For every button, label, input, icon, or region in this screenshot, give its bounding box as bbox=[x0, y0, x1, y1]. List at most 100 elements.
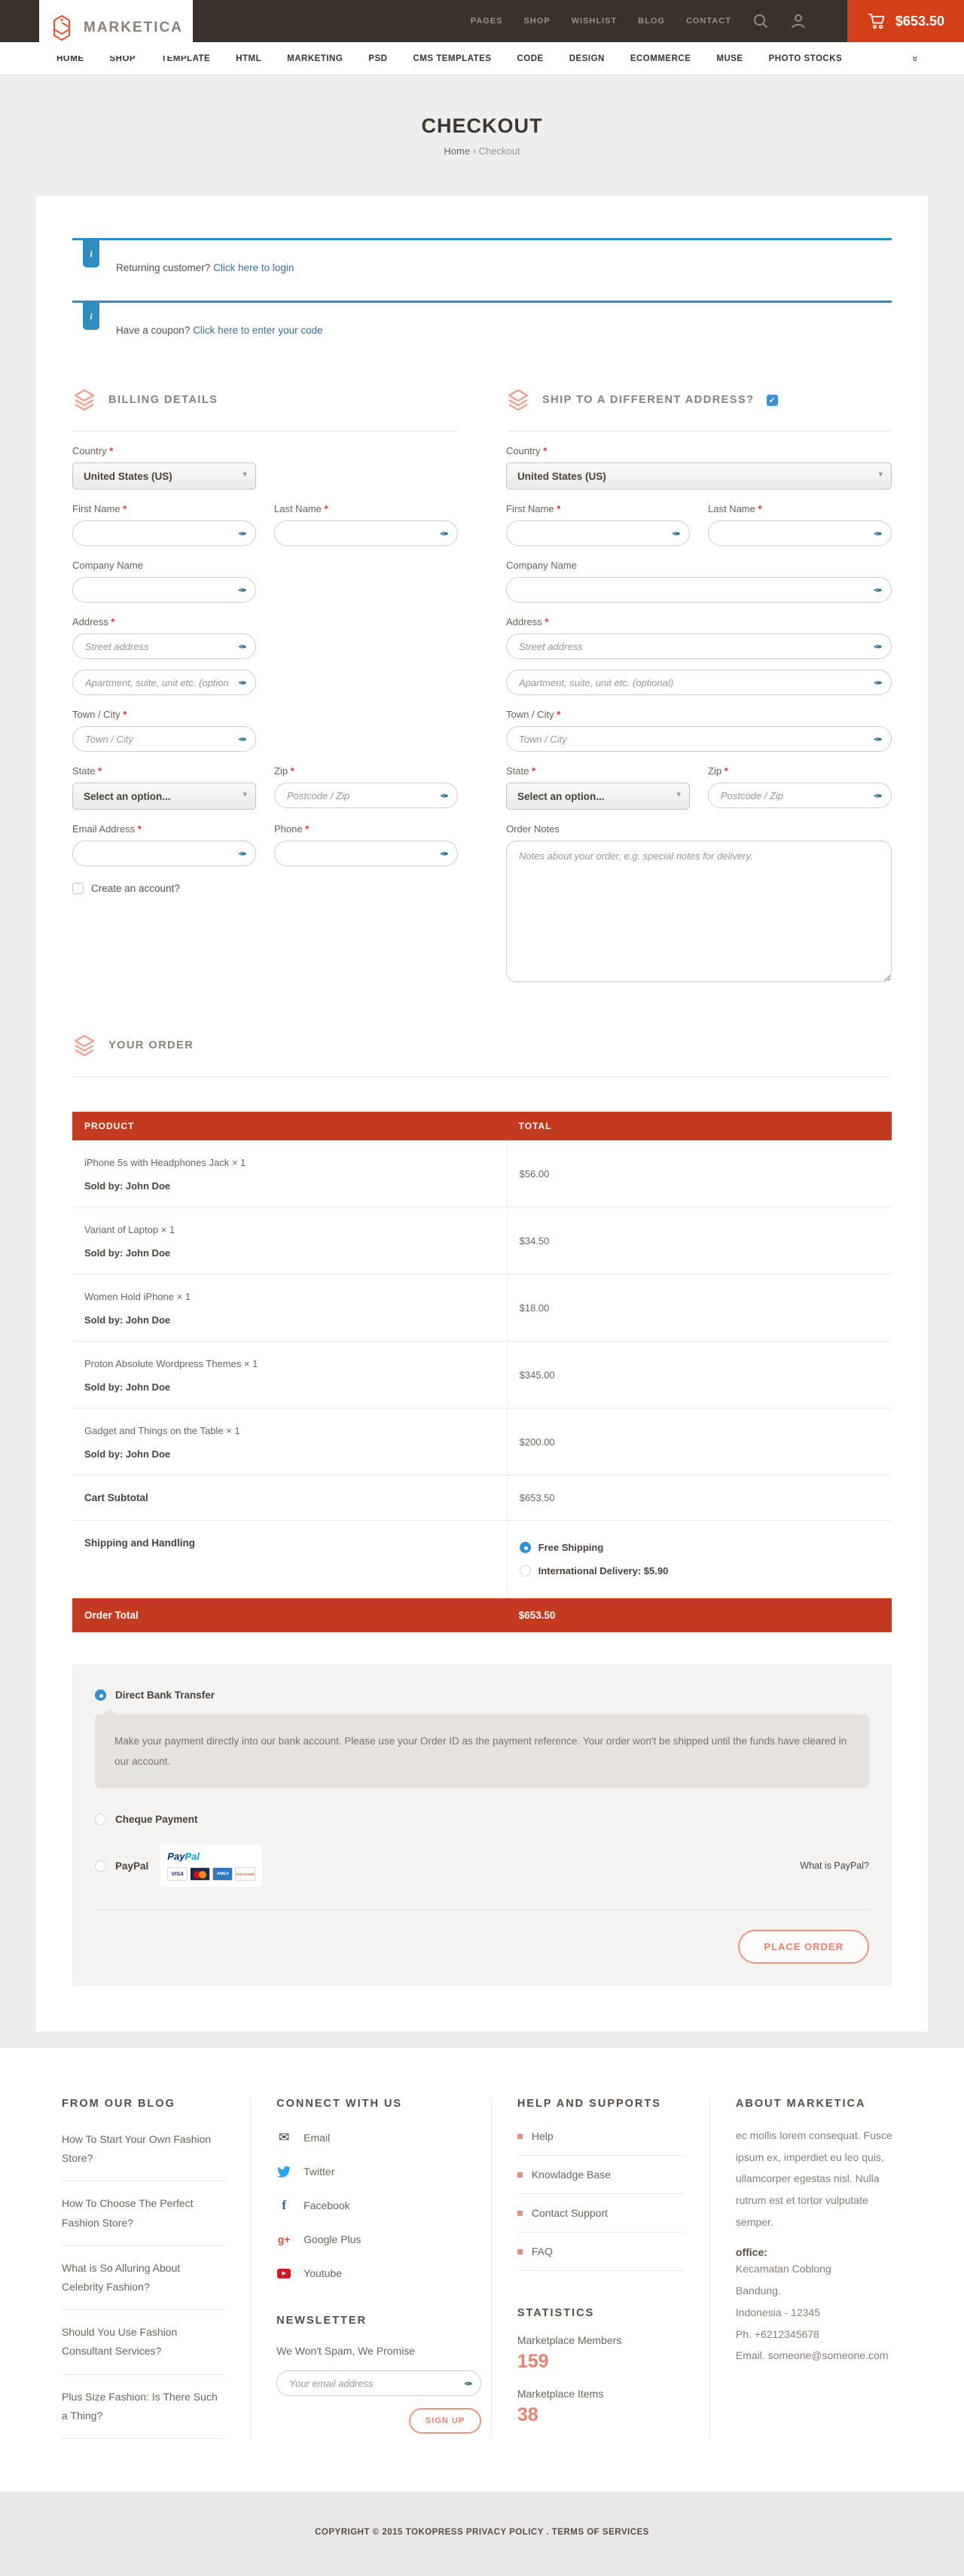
shipping-country-select[interactable]: United States (US) bbox=[506, 462, 892, 490]
blog-post-link[interactable]: What is So Alluring About Celebrity Fash… bbox=[62, 2246, 224, 2310]
billing-country-select[interactable]: United States (US) bbox=[72, 462, 256, 490]
twitter-icon bbox=[276, 2165, 291, 2178]
social-facebook-link[interactable]: f Facebook bbox=[276, 2199, 465, 2212]
product-name[interactable]: Women Hold iPhone × 1 bbox=[84, 1291, 495, 1302]
search-icon[interactable] bbox=[752, 13, 769, 29]
address-line: Kecamatan Coblong bbox=[736, 2258, 902, 2280]
google-plus-icon: g+ bbox=[276, 2233, 291, 2246]
shipping-street-input[interactable] bbox=[506, 633, 892, 659]
country-label: Country * bbox=[506, 445, 892, 456]
social-google-plus-link[interactable]: g+ Google Plus bbox=[276, 2233, 465, 2246]
nav-html[interactable]: HTML bbox=[236, 54, 261, 63]
nav-ecommerce[interactable]: ECOMMERCE bbox=[630, 54, 691, 63]
newsletter-heading: NEWSLETTER bbox=[276, 2315, 465, 2327]
country-label: Country * bbox=[72, 445, 458, 456]
sign-up-button[interactable]: SIGN UP bbox=[409, 2408, 481, 2434]
shipping-column: SHIP TO A DIFFERENT ADDRESS? ✓ Country *… bbox=[506, 389, 892, 986]
help-link[interactable]: Help bbox=[517, 2117, 684, 2156]
product-name[interactable]: Proton Absolute Wordpress Themes × 1 bbox=[84, 1358, 495, 1369]
shipping-last-name-input[interactable] bbox=[708, 520, 892, 546]
billing-company-input[interactable] bbox=[72, 577, 256, 603]
newsletter-email-input[interactable] bbox=[276, 2370, 481, 2396]
radio-checked-icon bbox=[520, 1542, 531, 1553]
col-total: TOTAL bbox=[507, 1112, 892, 1140]
shipping-company-input[interactable] bbox=[506, 577, 892, 603]
account-icon[interactable] bbox=[790, 13, 807, 29]
email-line: Email. someone@someone.com bbox=[736, 2345, 902, 2367]
cart-button[interactable]: $653.50 bbox=[847, 0, 964, 42]
product-name[interactable]: iPhone 5s with Headphones Jack × 1 bbox=[84, 1157, 495, 1168]
shipping-town-input[interactable] bbox=[506, 726, 892, 752]
login-link[interactable]: Click here to login bbox=[213, 262, 294, 273]
billing-last-name-input[interactable] bbox=[274, 520, 458, 546]
order-notes-label: Order Notes bbox=[506, 823, 892, 835]
billing-town-input[interactable] bbox=[72, 726, 256, 752]
billing-zip-input[interactable] bbox=[274, 783, 458, 808]
top-nav-contact[interactable]: CONTACT bbox=[686, 17, 731, 26]
table-row: Proton Absolute Wordpress Themes × 1 Sold… bbox=[72, 1341, 892, 1409]
legal-links[interactable]: PRIVACY POLICY . TERMS OF SERVICES bbox=[466, 2528, 649, 2537]
blog-post-link[interactable]: Should You Use Fashion Consultant Servic… bbox=[62, 2310, 224, 2374]
billing-phone-input[interactable] bbox=[274, 841, 458, 866]
blog-post-link[interactable]: How To Start Your Own Fashion Store? bbox=[62, 2117, 224, 2181]
order-notes-textarea[interactable] bbox=[506, 841, 892, 982]
top-nav-shop[interactable]: SHOP bbox=[523, 17, 550, 26]
footer: FROM OUR BLOG How To Start Your Own Fash… bbox=[0, 2048, 964, 2492]
billing-email-input[interactable] bbox=[72, 841, 256, 866]
social-twitter-link[interactable]: Twitter bbox=[276, 2165, 465, 2178]
blog-post-link[interactable]: How To Choose The Perfect Fashion Store? bbox=[62, 2181, 224, 2245]
logo[interactable]: MARKETICA bbox=[39, 0, 193, 56]
shipping-state-select[interactable]: Select an option... bbox=[506, 783, 690, 810]
layers-icon bbox=[72, 1034, 96, 1057]
nav-design[interactable]: DESIGN bbox=[569, 54, 605, 63]
page-title: CHECKOUT bbox=[0, 114, 964, 138]
ship-different-checkbox[interactable]: ✓ bbox=[767, 395, 778, 406]
nav-more-chevron-icon[interactable]: » bbox=[910, 56, 922, 62]
knowledge-base-link[interactable]: Knowladge Base bbox=[517, 2156, 684, 2194]
page-header: CHECKOUT Home › Checkout bbox=[0, 75, 964, 169]
breadcrumb-home[interactable]: Home bbox=[444, 145, 470, 157]
paypal-option[interactable]: PayPal PayPal VISA AMEX DISCOVER What is… bbox=[95, 1845, 869, 1887]
footer-blog-column: FROM OUR BLOG How To Start Your Own Fash… bbox=[36, 2098, 250, 2439]
coupon-link[interactable]: Click here to enter your code bbox=[193, 325, 323, 336]
shipping-first-name-input[interactable] bbox=[506, 520, 690, 546]
coupon-notice: i Have a coupon? Click here to enter you… bbox=[72, 301, 892, 353]
bank-transfer-option[interactable]: Direct Bank Transfer bbox=[95, 1689, 869, 1701]
top-nav-pages[interactable]: PAGES bbox=[471, 17, 503, 26]
billing-street-input[interactable] bbox=[72, 633, 256, 659]
social-email-link[interactable]: ✉ Email bbox=[276, 2131, 465, 2144]
billing-first-name-input[interactable] bbox=[72, 520, 256, 546]
blog-post-link[interactable]: Plus Size Fashion: Is There Such a Thing… bbox=[62, 2375, 224, 2439]
nav-cms-templates[interactable]: CMS TEMPLATES bbox=[413, 54, 491, 63]
shipping-apartment-input[interactable] bbox=[506, 670, 892, 695]
footer-help-column: HELP AND SUPPORTS Help Knowladge Base Co… bbox=[491, 2098, 709, 2439]
contact-support-link[interactable]: Contact Support bbox=[517, 2194, 684, 2233]
company-label: Company Name bbox=[72, 560, 458, 571]
footer-about-heading: ABOUT MARKETICA bbox=[736, 2098, 902, 2110]
nav-psd[interactable]: PSD bbox=[368, 54, 387, 63]
product-seller: Sold by: John Doe bbox=[84, 1381, 495, 1393]
shipping-zip-input[interactable] bbox=[708, 783, 892, 808]
footer-connect-column: CONNECT WITH US ✉ Email Twitter f Facebo… bbox=[250, 2098, 491, 2439]
free-shipping-option[interactable]: Free Shipping bbox=[520, 1542, 669, 1553]
create-account-checkbox[interactable] bbox=[72, 883, 84, 894]
nav-photo-stocks[interactable]: PHOTO STOCKS bbox=[769, 54, 843, 63]
nav-marketing[interactable]: MARKETING bbox=[287, 54, 343, 63]
what-is-paypal-link[interactable]: What is PayPal? bbox=[800, 1860, 869, 1871]
top-nav-wishlist[interactable]: WISHLIST bbox=[572, 17, 618, 26]
billing-apartment-input[interactable] bbox=[72, 670, 256, 695]
place-order-button[interactable]: PLACE ORDER bbox=[738, 1930, 869, 1964]
nav-code[interactable]: CODE bbox=[517, 54, 544, 63]
product-name[interactable]: Variant of Laptop × 1 bbox=[84, 1224, 495, 1235]
social-youtube-link[interactable]: ▶ Youtube bbox=[276, 2266, 465, 2280]
about-text: ec mollis lorem consequat. Fusce ipsum e… bbox=[736, 2125, 902, 2233]
brand-name: MARKETICA bbox=[84, 20, 183, 36]
product-name[interactable]: Gadget and Things on the Table × 1 bbox=[84, 1425, 495, 1436]
billing-state-select[interactable]: Select an option... bbox=[72, 783, 256, 810]
cheque-payment-option[interactable]: Cheque Payment bbox=[95, 1814, 869, 1825]
order-total-label: Order Total bbox=[72, 1598, 507, 1632]
nav-muse[interactable]: MUSE bbox=[716, 54, 743, 63]
top-nav-blog[interactable]: BLOG bbox=[638, 17, 665, 26]
faq-link[interactable]: FAQ bbox=[517, 2233, 684, 2271]
international-delivery-option[interactable]: International Delivery: $5.90 bbox=[520, 1565, 669, 1576]
